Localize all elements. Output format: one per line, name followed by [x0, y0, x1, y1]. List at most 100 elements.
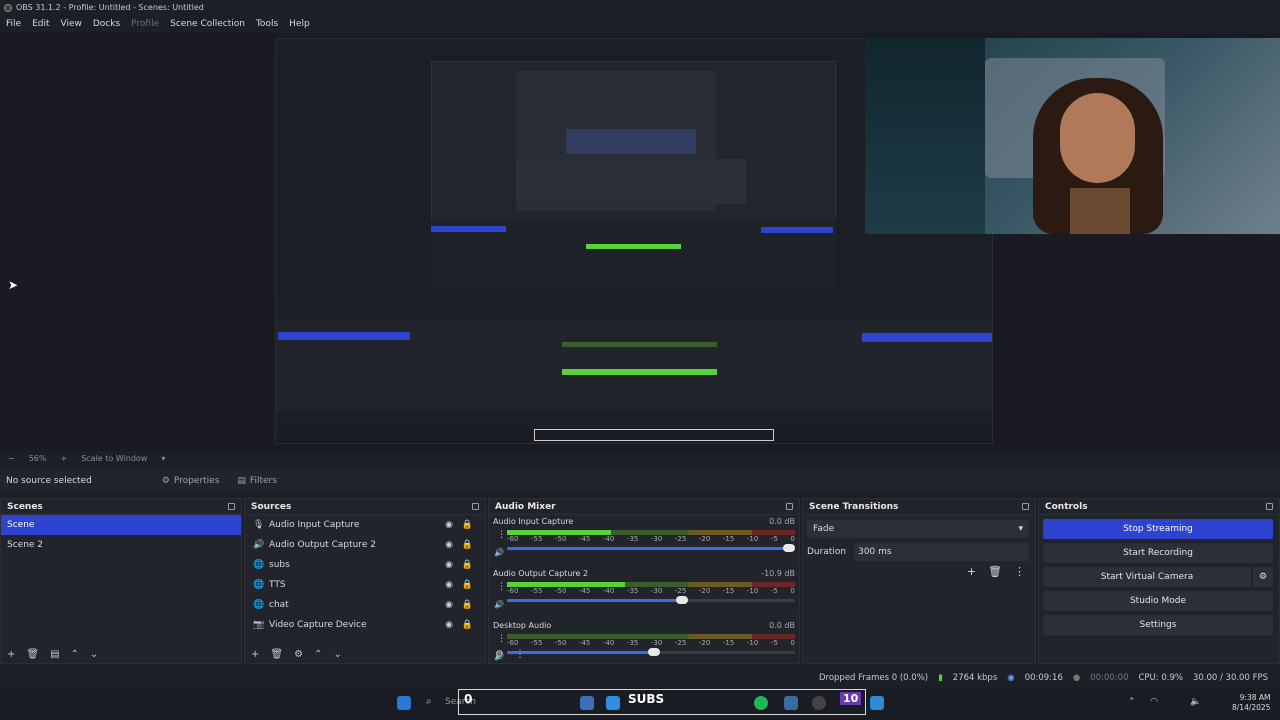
taskbar-clock[interactable]: 9:38 AM 8/14/2025 [1232, 693, 1270, 713]
lock-icon[interactable]: 🔒 [462, 600, 473, 610]
start-recording-button[interactable]: Start Recording [1043, 543, 1273, 563]
chevron-down-icon: ▾ [1018, 524, 1023, 534]
transition-select[interactable]: Fade ▾ [807, 520, 1029, 538]
volume-slider[interactable] [507, 544, 795, 552]
volume-icon[interactable]: 🔈 [1190, 697, 1201, 707]
eye-icon[interactable]: ◉ [445, 520, 453, 530]
add-icon[interactable]: + [251, 649, 259, 660]
start-virtual-camera-button[interactable]: Start Virtual Camera [1043, 567, 1251, 587]
list-item[interactable]: 📷 Video Capture Device ◉ 🔒 [245, 615, 485, 635]
trash-icon[interactable]: 🗑 [26, 649, 39, 660]
spotify-icon[interactable] [754, 696, 768, 710]
arrow-up-icon[interactable]: ⌃ [71, 649, 79, 660]
eye-icon[interactable]: ◉ [445, 600, 453, 610]
menu-help[interactable]: Help [289, 19, 310, 29]
studio-mode-button[interactable]: Studio Mode [1043, 591, 1273, 611]
duration-input[interactable]: 300 ms [854, 543, 1029, 561]
trash-icon[interactable]: 🗑 [988, 565, 1002, 578]
arrow-down-icon[interactable]: ⌄ [333, 649, 341, 660]
arrow-up-icon[interactable]: ⌃ [314, 649, 322, 660]
app-icon[interactable] [870, 696, 884, 710]
menu-edit[interactable]: Edit [32, 19, 49, 29]
trash-icon[interactable]: 🗑 [270, 649, 283, 660]
windows-start-icon[interactable] [397, 696, 411, 710]
zoom-out-button[interactable]: − [8, 454, 15, 463]
list-item[interactable]: 🔊 Audio Output Capture 2 ◉ 🔒 [245, 535, 485, 555]
undock-icon[interactable] [472, 503, 479, 510]
lock-icon[interactable]: 🔒 [462, 540, 473, 550]
chevron-up-icon[interactable]: ⌃ [1128, 697, 1136, 707]
edge-icon[interactable] [606, 696, 620, 710]
lock-icon[interactable]: 🔒 [462, 580, 473, 590]
record-time: 00:00:00 [1090, 673, 1129, 683]
tick-label: -10 [746, 587, 759, 595]
filters-button[interactable]: ▤ Filters [237, 476, 277, 486]
chevron-down-icon[interactable]: ▾ [161, 454, 165, 463]
more-icon[interactable]: ⋮ [515, 649, 525, 660]
tick-label: -55 [530, 535, 543, 543]
tick-label: -50 [554, 535, 567, 543]
list-item[interactable]: 🌐 subs ◉ 🔒 [245, 555, 485, 575]
eye-icon[interactable]: ◉ [445, 580, 453, 590]
undock-icon[interactable] [1266, 503, 1273, 510]
menu-profile[interactable]: Profile [131, 19, 159, 29]
scene-item[interactable]: Scene [1, 515, 241, 535]
list-item[interactable]: 🌐 TTS ◉ 🔒 [245, 575, 485, 595]
add-icon[interactable]: + [7, 649, 15, 660]
menu-file[interactable]: File [6, 19, 21, 29]
lock-icon[interactable]: 🔒 [462, 560, 473, 570]
zoom-in-button[interactable]: + [60, 454, 67, 463]
more-icon[interactable]: ⋮ [497, 634, 506, 644]
lock-icon[interactable]: 🔒 [462, 520, 473, 530]
tick-label: -30 [650, 535, 663, 543]
scene-transitions-dock: Scene Transitions Fade ▾ Duration 300 ms … [802, 498, 1036, 664]
eye-icon[interactable]: ◉ [445, 620, 453, 630]
list-item[interactable]: 🌐 chat ◉ 🔒 [245, 595, 485, 615]
menu-tools[interactable]: Tools [256, 19, 278, 29]
more-icon[interactable]: ⋮ [1014, 565, 1025, 578]
gear-icon[interactable]: ⚙ [495, 649, 504, 660]
more-icon[interactable]: ⋮ [497, 530, 506, 540]
settings-button[interactable]: Settings [1043, 615, 1273, 635]
undock-icon[interactable] [786, 503, 793, 510]
add-icon[interactable]: + [967, 565, 976, 578]
volume-knob[interactable] [783, 544, 795, 552]
scene-item[interactable]: Scene 2 [1, 535, 241, 555]
list-item[interactable]: 🎙 Audio Input Capture ◉ 🔒 [245, 515, 485, 535]
camera-icon: 📷 [253, 620, 265, 630]
more-icon[interactable]: ⋮ [497, 582, 506, 592]
controls-dock: Controls Stop Streaming Start Recording … [1038, 498, 1280, 664]
obs-icon[interactable] [812, 696, 826, 710]
volume-slider[interactable] [507, 596, 795, 604]
arrow-down-icon[interactable]: ⌄ [90, 649, 98, 660]
menu-view[interactable]: View [61, 19, 82, 29]
mixer-channel: Audio Output Capture 2 -10.9 dB -60 -55 -50-… [489, 567, 799, 619]
file-explorer-icon[interactable] [580, 696, 594, 710]
properties-button[interactable]: ⚙ Properties [162, 476, 220, 486]
speaker-icon[interactable]: 🔊 [494, 600, 504, 609]
gear-icon[interactable]: ⚙ [294, 649, 303, 660]
dropped-frames: Dropped Frames 0 (0.0%) [818, 673, 929, 683]
menu-docks[interactable]: Docks [93, 19, 120, 29]
tick-label: -60 [507, 535, 519, 543]
bitrate: 2764 kbps [952, 673, 998, 683]
eye-icon[interactable]: ◉ [445, 540, 453, 550]
filter-icon[interactable]: ▤ [50, 649, 59, 660]
steam-icon[interactable] [784, 696, 798, 710]
speaker-icon[interactable]: 🔊 [494, 548, 504, 557]
volume-knob[interactable] [676, 596, 689, 604]
speaker-icon: 🔊 [253, 540, 265, 550]
stop-streaming-button[interactable]: Stop Streaming [1043, 519, 1273, 539]
tick-label: 0 [790, 535, 795, 543]
scale-mode[interactable]: Scale to Window [81, 454, 147, 463]
undock-icon[interactable] [1022, 503, 1029, 510]
lock-icon[interactable]: 🔒 [462, 620, 473, 630]
search-icon[interactable]: ⌕ [426, 696, 432, 707]
wifi-icon[interactable]: ◠ [1150, 697, 1158, 707]
undock-icon[interactable] [228, 503, 235, 510]
webcam-feed [865, 38, 1280, 234]
gear-icon[interactable]: ⚙ [1253, 567, 1273, 587]
menu-scene-collection[interactable]: Scene Collection [170, 19, 245, 29]
eye-icon[interactable]: ◉ [445, 560, 453, 570]
stream-icon: ◉ [1007, 673, 1015, 683]
